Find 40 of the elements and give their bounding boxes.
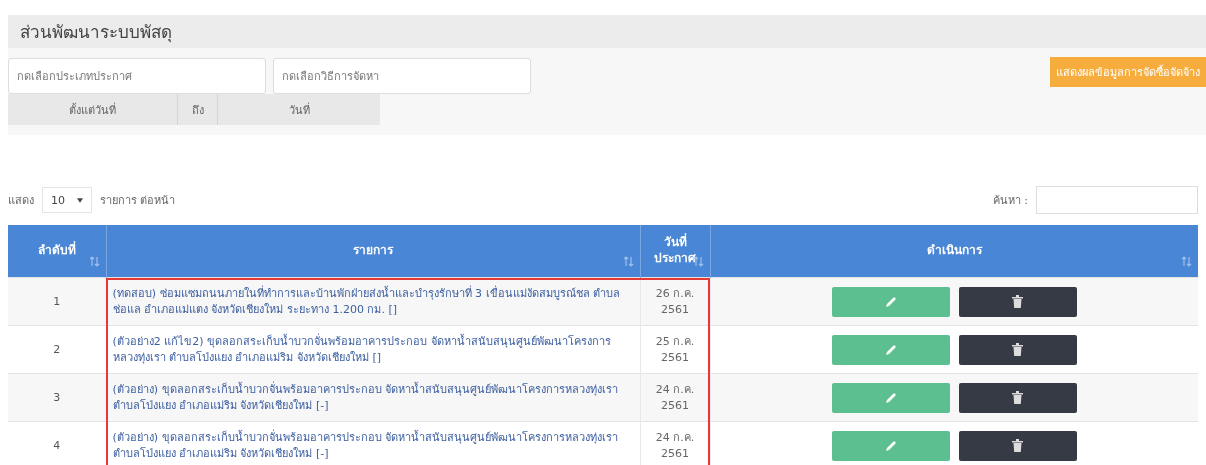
- panel-title: ส่วนพัฒนาระบบพัสดุ: [8, 15, 1206, 48]
- date-to-label: ถึง: [177, 94, 218, 125]
- type-select[interactable]: กดเลือกประเภทประกาศ: [8, 58, 266, 94]
- edit-button[interactable]: [831, 286, 950, 317]
- edit-button[interactable]: [831, 430, 950, 461]
- page-size-select[interactable]: 10: [42, 187, 92, 213]
- announce-date: 24 ก.ค. 2561: [640, 373, 710, 422]
- delete-button[interactable]: [958, 430, 1077, 461]
- item-title-link[interactable]: (ทดสอบ) ซ่อมแซมถนนภายในที่ทำการและบ้านพักฝ่ายส่งน้ำและบำรุงรักษาที่ 3 เขื่อนแม่งัดสมบูรณ์ชล ตำบลช่อแล อำเภอแม่แตง จังหวัดเชียงใหม่ ระยะทาง 1.200 กม. []: [106, 277, 640, 326]
- method-select[interactable]: กดเลือกวิธีการจัดหา: [273, 58, 531, 94]
- delete-button[interactable]: [958, 334, 1077, 365]
- announce-date: 24 ก.ค. 2561: [640, 421, 710, 465]
- delete-button[interactable]: [958, 286, 1077, 317]
- sort-icon[interactable]: [623, 256, 634, 267]
- show-label: แสดง: [8, 193, 34, 209]
- date-field[interactable]: วันที่: [218, 94, 380, 125]
- sort-icon[interactable]: [1182, 256, 1192, 267]
- pencil-icon: [883, 294, 898, 309]
- edit-button[interactable]: [831, 382, 950, 413]
- search-label: ค้นหา :: [992, 193, 1028, 209]
- edit-button[interactable]: [831, 334, 950, 365]
- pencil-icon: [883, 438, 898, 453]
- row-number: 4: [8, 421, 106, 465]
- row-number: 3: [8, 373, 106, 422]
- announce-date: 26 ก.ค. 2561: [640, 277, 710, 326]
- pencil-icon: [883, 390, 898, 405]
- search-field[interactable]: [1036, 186, 1198, 214]
- delete-button[interactable]: [958, 382, 1077, 413]
- item-title-link[interactable]: (ตัวอย่าง) ขุดลอกสระเก็บน้ำบวกจั่นพร้อมอาคารประกอบ จัดหาน้ำสนับสนุนศูนย์พัฒนาโครงการหลวงทุ่งเรา ตำบลโป่งแยง อำเภอแม่ริม จังหวัดเชียงใหม่ [-]: [106, 421, 640, 465]
- trash-icon: [1012, 295, 1024, 308]
- trash-icon: [1012, 343, 1024, 356]
- row-number: 1: [8, 277, 106, 326]
- date-from-label: ตั้งแต่วันที่: [68, 101, 117, 119]
- caret-icon: [77, 197, 83, 203]
- item-title-link[interactable]: (ตัวอย่าง) ขุดลอกสระเก็บน้ำบวกจั่นพร้อมอาคารประกอบ จัดหาน้ำสนับสนุนศูนย์พัฒนาโครงการหลวงทุ่งเรา ตำบลโป่งแยง อำเภอแม่ริม จังหวัดเชียงใหม่ [-]: [106, 373, 640, 422]
- pencil-icon: [883, 342, 898, 357]
- sort-icon[interactable]: [89, 256, 100, 267]
- per-page-label: รายการ ต่อหน้า: [100, 193, 176, 209]
- trash-icon: [1012, 391, 1024, 404]
- trash-icon: [1012, 439, 1024, 453]
